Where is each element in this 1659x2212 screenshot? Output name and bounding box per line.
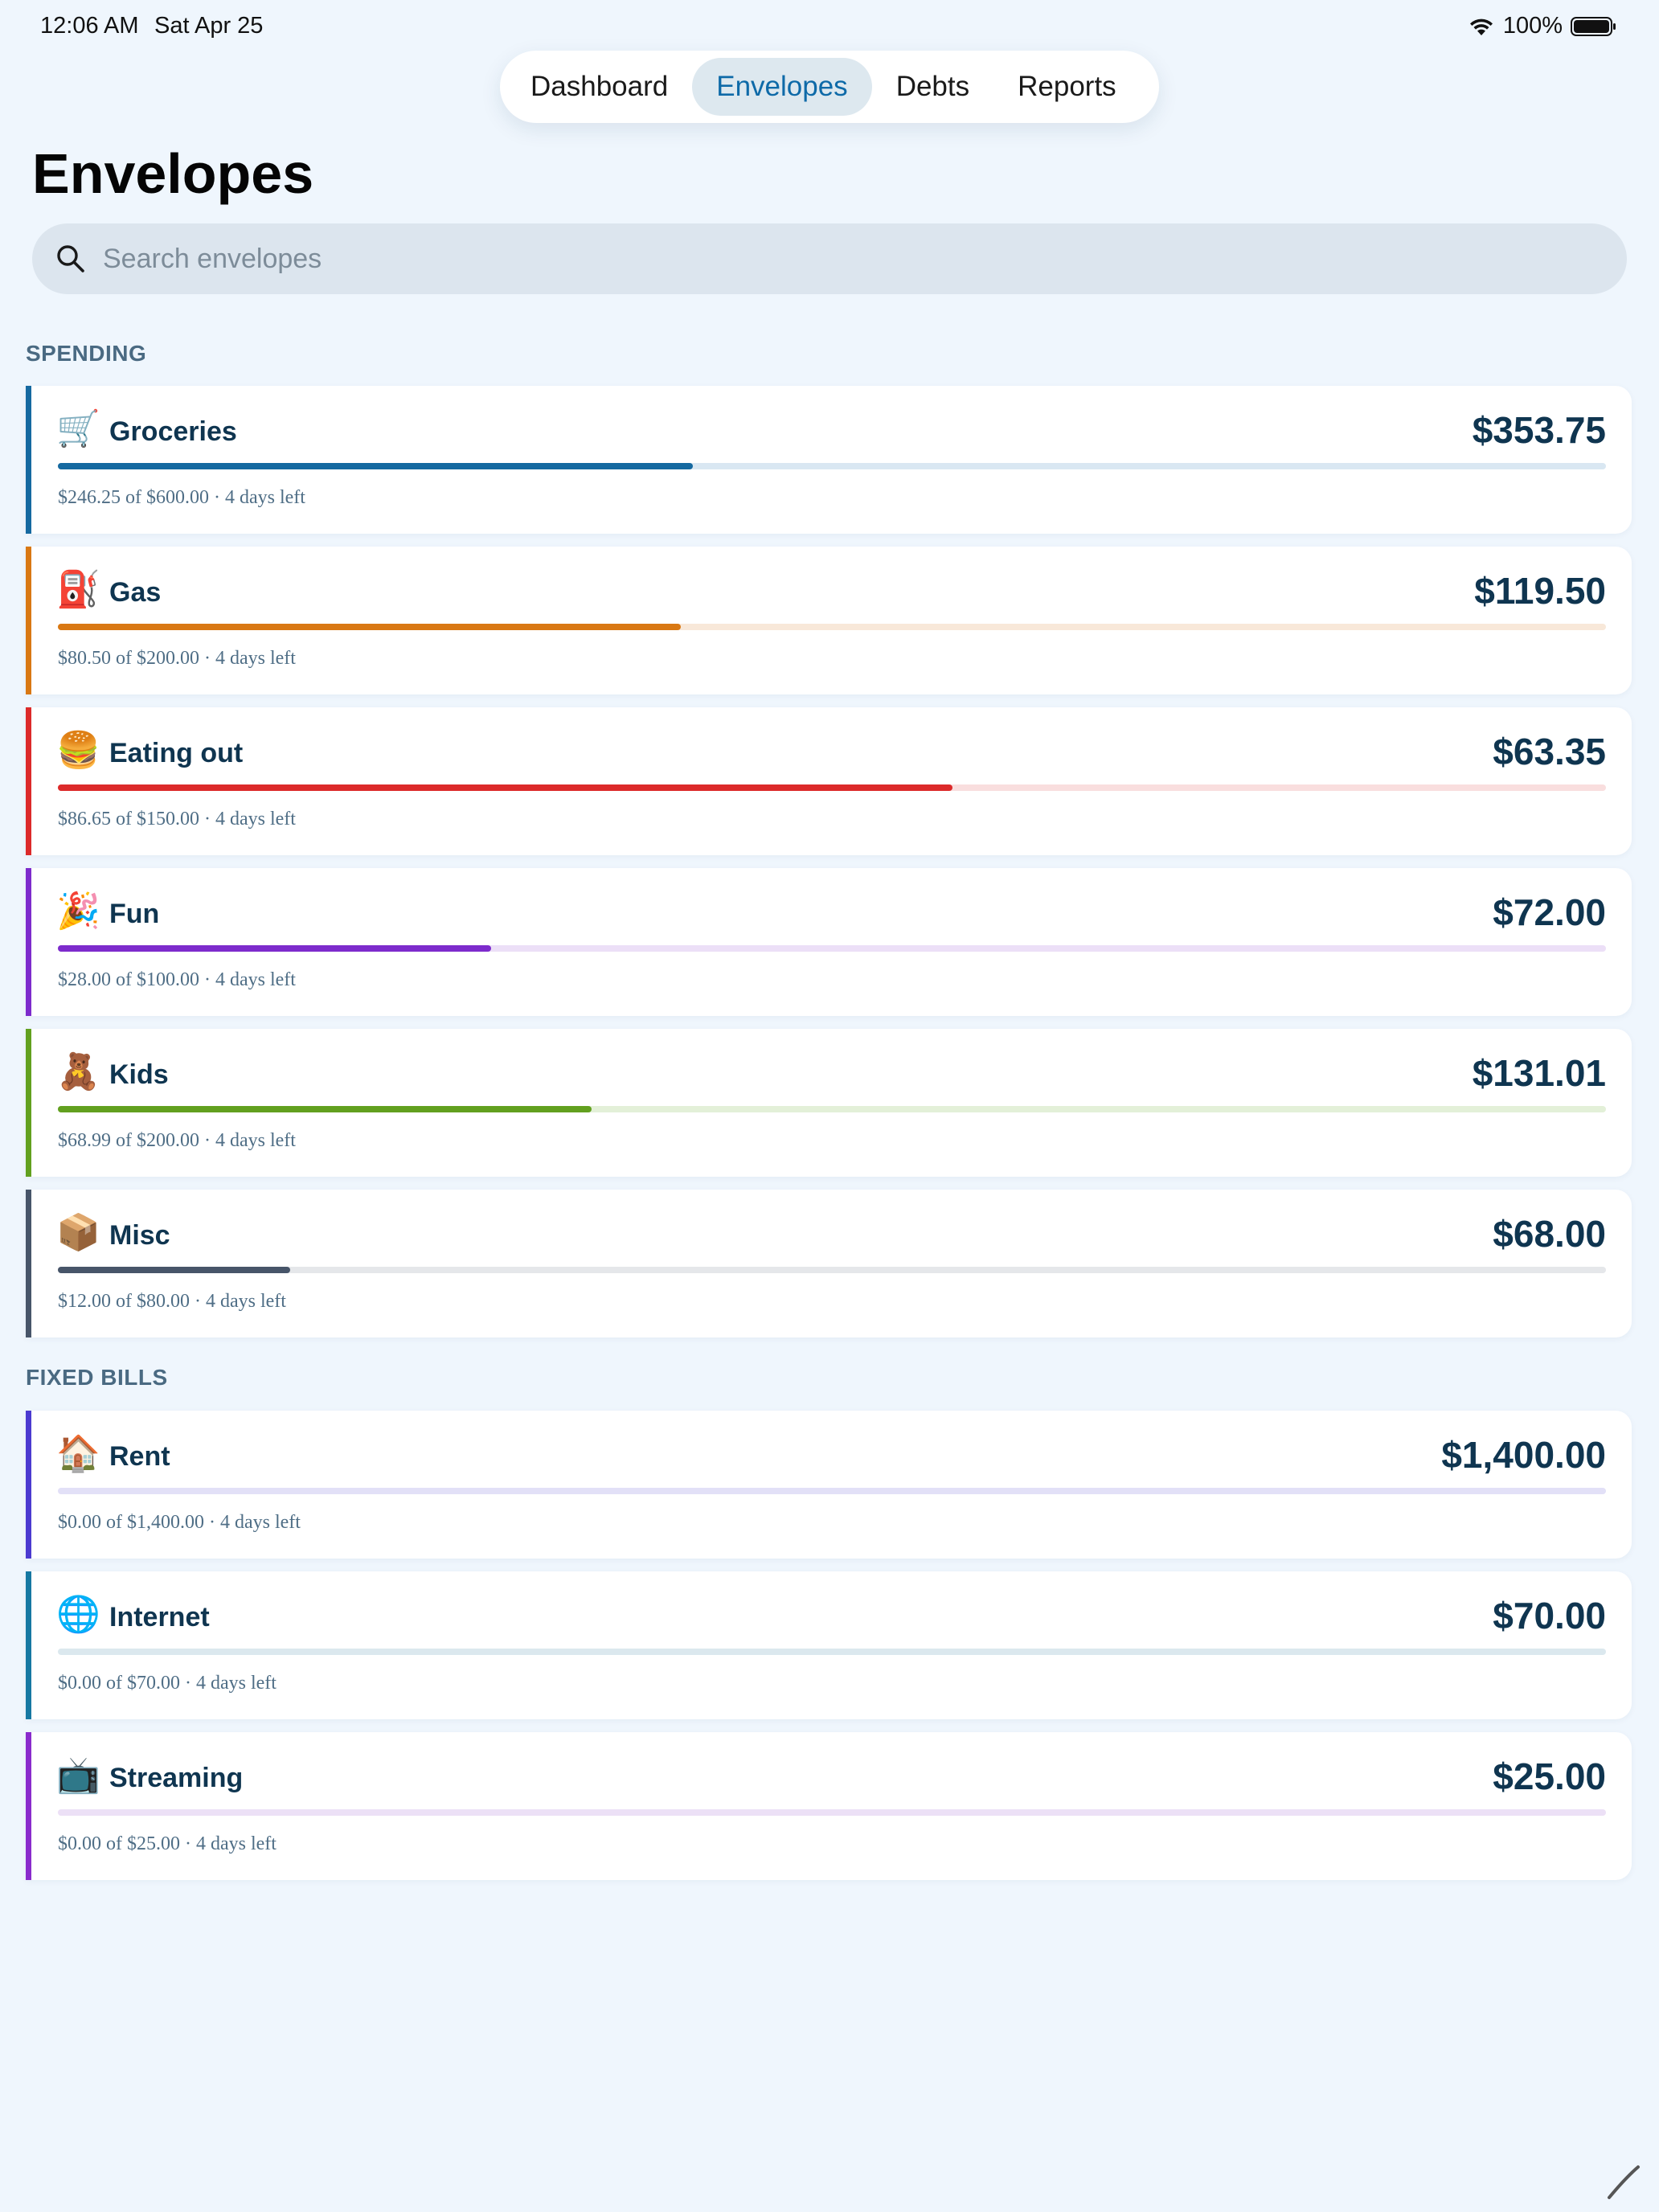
tab-envelopes[interactable]: Envelopes	[692, 58, 872, 116]
status-bar: 12:06 AM Sat Apr 25 100%	[0, 0, 1659, 53]
status-time: 12:06 AM	[40, 13, 139, 39]
envelope-remaining-amount: $25.00	[1493, 1755, 1606, 1797]
pencil-cursor-icon	[1608, 2165, 1640, 2199]
envelope-progress-fill	[58, 463, 693, 469]
envelope-accent-bar	[26, 386, 31, 534]
envelope-progress-track	[58, 1267, 1606, 1273]
envelope-card[interactable]: 🍔 Eating out $63.35 $86.65 of $150.00 · 4 d…	[26, 707, 1632, 855]
envelope-progress-track	[58, 945, 1606, 952]
envelope-progress-fill	[58, 1267, 290, 1273]
search-icon	[57, 245, 84, 272]
battery-percent: 100%	[1502, 13, 1563, 39]
envelope-card[interactable]: 🏠 Rent $1,400.00 $0.00 of $1,400.00 · 4 day…	[26, 1411, 1632, 1559]
envelope-emoji-icon: ⛽	[56, 569, 100, 610]
section-header-spending: SPENDING	[26, 341, 147, 366]
envelope-card[interactable]: 📦 Misc $68.00 $12.00 of $80.00 · 4 days lef…	[26, 1190, 1632, 1337]
envelope-progress-track	[58, 1649, 1606, 1655]
envelope-accent-bar	[26, 868, 31, 1016]
wifi-icon	[1469, 18, 1493, 35]
envelope-spent-summary: $0.00 of $70.00 · 4 days left	[58, 1673, 276, 1694]
envelope-spent-summary: $0.00 of $1,400.00 · 4 days left	[58, 1512, 301, 1533]
tab-debts[interactable]: Debts	[872, 58, 993, 116]
battery-icon	[1571, 16, 1616, 36]
status-date: Sat Apr 25	[154, 13, 264, 39]
envelope-name: Streaming	[109, 1763, 244, 1793]
envelope-emoji-icon: 📦	[56, 1212, 100, 1253]
envelope-progress-track	[58, 1809, 1606, 1816]
envelope-spent-summary: $246.25 of $600.00 · 4 days left	[58, 487, 305, 508]
envelope-spent-summary: $0.00 of $25.00 · 4 days left	[58, 1833, 276, 1854]
tab-dashboard[interactable]: Dashboard	[506, 58, 692, 116]
status-indicators: 100%	[1468, 13, 1617, 39]
envelope-card[interactable]: 🌐 Internet $70.00 $0.00 of $70.00 · 4 days …	[26, 1571, 1632, 1719]
envelope-card[interactable]: 🧸 Kids $131.01 $68.99 of $200.00 · 4 days l…	[26, 1029, 1632, 1177]
envelope-spent-summary: $80.50 of $200.00 · 4 days left	[58, 648, 296, 669]
envelope-name: Internet	[109, 1602, 210, 1632]
envelope-accent-bar	[26, 1029, 31, 1177]
envelope-remaining-amount: $70.00	[1493, 1595, 1606, 1636]
envelope-card[interactable]: 📺 Streaming $25.00 $0.00 of $25.00 · 4 days…	[26, 1732, 1632, 1880]
envelope-name: Kids	[109, 1059, 169, 1090]
envelope-name: Misc	[109, 1220, 170, 1251]
envelope-progress-track	[58, 1106, 1606, 1112]
envelope-name: Gas	[109, 577, 162, 608]
envelope-remaining-amount: $353.75	[1472, 409, 1606, 451]
envelope-emoji-icon: 📺	[56, 1755, 100, 1796]
envelope-spent-summary: $68.99 of $200.00 · 4 days left	[58, 1130, 296, 1151]
envelope-emoji-icon: 🌐	[56, 1594, 100, 1635]
envelope-emoji-icon: 🧸	[56, 1051, 100, 1092]
envelope-accent-bar	[26, 1411, 31, 1559]
envelope-accent-bar	[26, 1190, 31, 1337]
envelope-progress-fill	[58, 1106, 592, 1112]
search-bar[interactable]	[32, 223, 1627, 294]
segmented-tab-bar: Dashboard Envelopes Debts Reports	[500, 51, 1159, 123]
envelope-accent-bar	[26, 1571, 31, 1719]
envelope-name: Rent	[109, 1441, 170, 1472]
envelope-progress-fill	[58, 784, 952, 791]
tab-reports[interactable]: Reports	[993, 58, 1141, 116]
envelope-remaining-amount: $68.00	[1493, 1213, 1606, 1255]
page-title: Envelopes	[32, 142, 314, 205]
envelope-remaining-amount: $63.35	[1493, 731, 1606, 772]
envelope-card[interactable]: 🎉 Fun $72.00 $28.00 of $100.00 · 4 days lef…	[26, 868, 1632, 1016]
envelope-progress-track	[58, 624, 1606, 630]
envelope-remaining-amount: $72.00	[1493, 891, 1606, 933]
envelope-remaining-amount: $119.50	[1474, 570, 1606, 612]
envelope-emoji-icon: 🛒	[56, 408, 100, 449]
envelope-progress-track	[58, 463, 1606, 469]
envelope-name: Groceries	[109, 416, 237, 447]
envelope-accent-bar	[26, 547, 31, 694]
envelope-remaining-amount: $131.01	[1472, 1052, 1606, 1094]
envelope-card[interactable]: ⛽ Gas $119.50 $80.50 of $200.00 · 4 days le…	[26, 547, 1632, 694]
envelope-emoji-icon: 🎉	[56, 891, 100, 932]
section-header-fixed-bills: FIXED BILLS	[26, 1365, 168, 1390]
envelope-progress-fill	[58, 624, 682, 630]
envelope-emoji-icon: 🏠	[56, 1433, 100, 1474]
envelope-remaining-amount: $1,400.00	[1441, 1434, 1606, 1476]
envelope-progress-fill	[58, 945, 492, 952]
envelope-card[interactable]: 🛒 Groceries $353.75 $246.25 of $600.00 · 4 …	[26, 386, 1632, 534]
envelope-spent-summary: $86.65 of $150.00 · 4 days left	[58, 809, 296, 830]
envelope-name: Eating out	[109, 738, 244, 768]
envelope-progress-track	[58, 1488, 1606, 1494]
envelope-progress-track	[58, 784, 1606, 791]
envelope-name: Fun	[109, 899, 160, 929]
envelope-spent-summary: $28.00 of $100.00 · 4 days left	[58, 969, 296, 990]
envelope-accent-bar	[26, 1732, 31, 1880]
envelope-spent-summary: $12.00 of $80.00 · 4 days left	[58, 1291, 286, 1312]
envelope-accent-bar	[26, 707, 31, 855]
envelope-emoji-icon: 🍔	[56, 730, 100, 771]
search-input[interactable]	[103, 243, 1550, 275]
